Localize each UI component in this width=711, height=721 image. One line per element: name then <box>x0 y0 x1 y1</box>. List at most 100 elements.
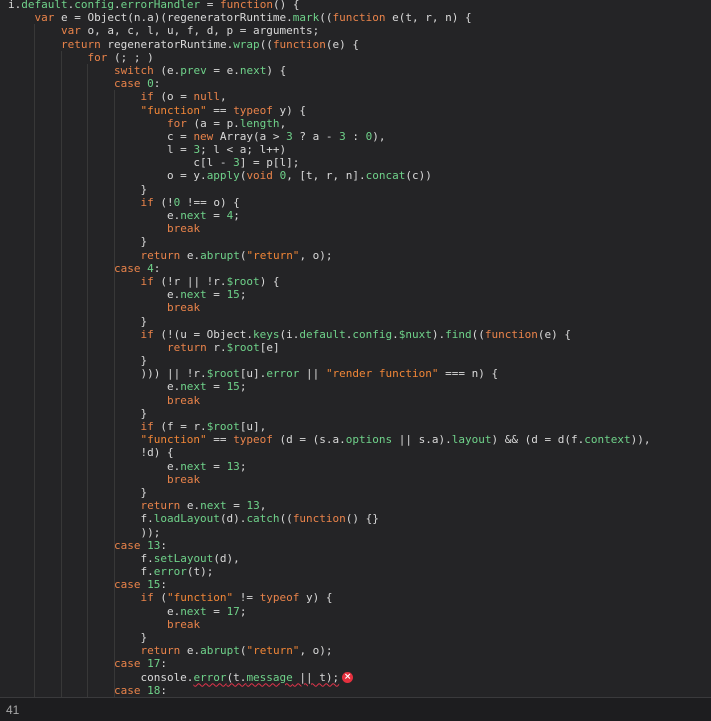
code-token: break <box>166 301 201 315</box>
code-token: l = <box>8 143 194 157</box>
code-line: } <box>8 235 650 248</box>
code-token: next <box>180 459 207 473</box>
code-token: "return" <box>246 644 300 658</box>
code-token: == <box>206 433 234 447</box>
code-token: (( <box>319 11 333 25</box>
code-token: apply <box>206 169 240 183</box>
code-token: ; l < a; l++) <box>200 143 287 157</box>
code-token: r. <box>206 340 227 354</box>
code-token: (!(u = Object. <box>153 327 254 341</box>
code-line: break <box>8 618 650 631</box>
code-token: () {} <box>345 512 379 526</box>
code-token: 13 <box>147 538 161 552</box>
code-line: break <box>8 473 650 486</box>
code-token: new <box>193 129 214 143</box>
code-token: !d) { <box>8 446 174 460</box>
code-token: || t); <box>292 670 340 684</box>
code-token: = <box>226 499 247 513</box>
code-token: )), <box>630 433 651 447</box>
code-line: return regeneratorRuntime.wrap((function… <box>8 38 650 51</box>
code-line: return e.abrupt("return", o); <box>8 644 650 657</box>
code-token: config <box>352 327 393 341</box>
code-token: ), <box>372 129 386 143</box>
code-token: message <box>246 670 293 684</box>
code-token: errorHandler <box>120 0 201 11</box>
code-token: } <box>8 631 148 644</box>
code-token: 0 <box>147 77 154 91</box>
code-token: typeof <box>233 103 273 117</box>
code-token: (o = <box>153 90 194 104</box>
code-token: next <box>180 209 207 222</box>
code-token: 15 <box>226 380 240 394</box>
code-token: , <box>259 499 267 513</box>
code-token: case <box>113 657 141 671</box>
code-token: error <box>193 670 227 684</box>
code-token: return <box>166 340 207 354</box>
code-token: case <box>113 683 141 697</box>
code-token: ))) || !r. <box>8 367 207 381</box>
code-token: 17 <box>147 657 161 671</box>
code-token: if <box>140 591 154 605</box>
code-token: "render function" <box>325 367 439 381</box>
code-line: } <box>8 183 650 196</box>
code-token: default <box>299 327 346 341</box>
code-token: case <box>113 538 141 552</box>
code-token: , <box>279 116 287 130</box>
code-token: void <box>246 169 273 183</box>
code-token: error <box>266 367 300 381</box>
code-line: f.setLayout(d), <box>8 552 650 565</box>
code-line: } <box>8 407 650 420</box>
code-token: : <box>160 578 167 592</box>
code-token: ? a - <box>292 129 340 143</box>
code-editor[interactable]: i.default.config.errorHandler = function… <box>0 0 711 697</box>
code-token: (; ; ) <box>107 50 154 64</box>
code-token: . <box>113 0 121 11</box>
code-line: c[l - 3] = p[l]; <box>8 156 650 169</box>
code-token: ; <box>233 209 240 222</box>
code-token: = <box>206 459 227 473</box>
code-token: || s.a). <box>392 433 452 447</box>
code-line: case 18: <box>8 684 650 697</box>
code-token: abrupt <box>200 644 240 658</box>
code-token: ] = p[l]; <box>239 156 300 170</box>
status-bar: 41 <box>0 697 711 721</box>
code-line: } <box>8 354 650 367</box>
code-line: if (o = null, <box>8 90 650 103</box>
code-token: } <box>8 354 148 368</box>
code-token: 13 <box>226 459 240 473</box>
code-token: [e] <box>259 340 280 354</box>
code-token: 3 <box>286 129 293 143</box>
code-token: find <box>445 327 472 341</box>
code-token: . <box>392 327 399 341</box>
code-token: , o); <box>299 644 333 658</box>
code-token: == <box>206 103 234 117</box>
code-line: e.next = 15; <box>8 380 650 393</box>
code-token: (( <box>259 37 273 51</box>
code-token: , [t, r, n]. <box>286 169 366 183</box>
code-token: context <box>584 433 631 447</box>
code-line: break <box>8 301 650 314</box>
code-token: case <box>113 578 141 592</box>
code-token: 18 <box>147 683 161 697</box>
code-token: if <box>140 274 154 288</box>
code-content[interactable]: i.default.config.errorHandler = function… <box>8 0 650 697</box>
code-token: null <box>193 90 220 104</box>
code-token: === n) { <box>438 367 499 381</box>
error-icon[interactable]: × <box>342 672 354 684</box>
code-token: function <box>272 37 326 51</box>
code-token: ; <box>239 288 247 302</box>
code-token: next <box>200 499 227 513</box>
code-token: 17 <box>226 604 240 618</box>
code-line: return e.next = 13, <box>8 499 650 512</box>
